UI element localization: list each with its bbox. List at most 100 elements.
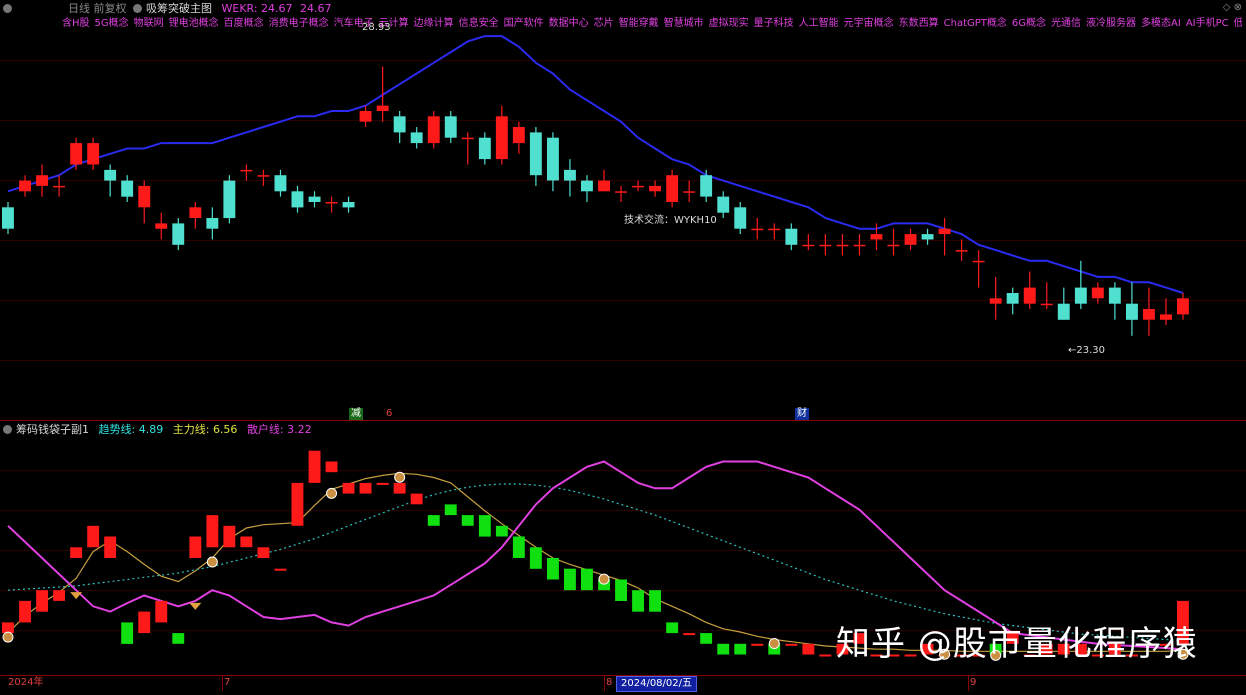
sub-bar <box>444 504 457 516</box>
concept-tag[interactable]: 6G概念 <box>1012 18 1046 29</box>
candle-body <box>836 244 849 247</box>
sub-bar <box>666 622 679 634</box>
concept-tag[interactable]: 元宇宙概念 <box>844 18 894 29</box>
sub-bar <box>240 536 253 548</box>
candle-body <box>376 105 389 111</box>
retail-value: 3.22 <box>287 423 312 436</box>
concept-tag[interactable]: 数据中心 <box>549 18 589 29</box>
wekr-label: WEKR: 24.67 <box>221 2 293 15</box>
candle-body <box>853 244 866 247</box>
candle-body <box>564 169 576 181</box>
sub-bar <box>700 633 713 644</box>
concept-tag[interactable]: 人工智能 <box>799 18 839 29</box>
tech-exchange-label: 技术交流：WYKH10 <box>624 215 717 226</box>
sub-bar <box>2 622 14 634</box>
candle-body <box>325 202 338 204</box>
reduce-marker[interactable]: 减 <box>349 408 363 420</box>
sub-bar <box>138 611 151 634</box>
concept-tag[interactable]: 东数西算 <box>899 18 939 29</box>
x-label-sep: 9 <box>970 677 977 688</box>
sub-bar <box>649 590 661 612</box>
concept-tag[interactable]: 液冷服务器 <box>1086 18 1136 29</box>
candle-body <box>274 175 287 192</box>
candle-body <box>19 180 31 192</box>
candle-body <box>649 185 661 192</box>
candle-body <box>1040 303 1053 306</box>
close-icon[interactable]: ⊗ <box>1234 2 1242 13</box>
period-label[interactable]: 日线 前复权 <box>68 2 127 15</box>
sub-bar <box>19 600 31 623</box>
sub-bar <box>53 590 65 601</box>
sub-indicator-name[interactable]: 筹码钱袋子副1 <box>16 423 89 436</box>
concept-tag[interactable]: AI手机PC <box>1186 18 1229 29</box>
indicator-name[interactable]: 吸筹突破主图 <box>146 2 212 15</box>
candle-body <box>1177 298 1189 315</box>
sub-bar <box>70 547 83 558</box>
candle-body <box>1143 309 1155 320</box>
concept-tag[interactable]: 百度概念 <box>224 18 264 29</box>
cursor-date-label: 2024/08/02/五 <box>616 676 698 692</box>
concept-tag[interactable]: 国产软件 <box>504 18 544 29</box>
indicator-toggle-icon[interactable] <box>133 4 142 13</box>
candle-body <box>240 169 253 172</box>
concept-tag[interactable]: 虚拟现实 <box>709 18 749 29</box>
sub-bar <box>206 515 219 548</box>
candle-body <box>615 191 627 193</box>
concept-tag[interactable]: 低空经济 <box>1234 18 1242 29</box>
sub-bar <box>155 600 168 623</box>
concept-tag[interactable]: 信息安全 <box>459 18 499 29</box>
candle-body <box>700 175 713 197</box>
candle-body <box>870 234 883 240</box>
candle-body <box>121 180 134 197</box>
concept-tag[interactable]: 智能穿戴 <box>619 18 659 29</box>
wekr-value: 24.67 <box>300 2 332 15</box>
concept-tag[interactable]: 芯片 <box>594 18 614 29</box>
concept-tag[interactable]: ChatGPT概念 <box>944 18 1007 29</box>
x-label-jul: 7 <box>224 677 231 688</box>
sub-bar <box>393 482 406 494</box>
diamond-icon[interactable]: ◇ <box>1223 2 1231 13</box>
sub-bar <box>495 525 508 537</box>
concept-tag[interactable]: 消费电子概念 <box>269 18 329 29</box>
candle-body <box>155 223 168 229</box>
concept-tag[interactable]: 多模态AI <box>1141 18 1181 29</box>
chart-canvas[interactable] <box>0 0 1246 691</box>
concept-tag[interactable]: 5G概念 <box>95 18 129 29</box>
candle-body <box>206 218 219 229</box>
candle-body <box>666 175 679 202</box>
sub-bar <box>104 536 117 558</box>
concept-tag[interactable]: 含H股 <box>62 18 90 29</box>
candle-body <box>904 234 917 245</box>
candle-body <box>461 137 474 140</box>
concept-tag[interactable]: 智慧城市 <box>664 18 704 29</box>
concept-tag[interactable]: 边缘计算 <box>414 18 454 29</box>
candle-body <box>359 111 372 122</box>
indicator-toggle-icon[interactable] <box>3 425 12 434</box>
sub-bar <box>802 643 815 655</box>
concept-tag[interactable]: 物联网 <box>134 18 164 29</box>
sub-bar <box>274 568 287 571</box>
candle-body <box>785 228 798 245</box>
main-line-value: 6.56 <box>212 423 238 436</box>
candle-body <box>1126 303 1138 320</box>
candle-body <box>1006 293 1019 304</box>
candle-body <box>291 191 304 208</box>
sub-bar <box>308 450 321 483</box>
sub-bar <box>172 633 185 644</box>
candle-body <box>308 196 321 202</box>
main-line-label: 主力线: <box>172 423 210 436</box>
candle-body <box>189 207 202 218</box>
sub-bar <box>512 536 525 558</box>
finance-marker[interactable]: 财 <box>795 408 809 420</box>
candle-body <box>1160 314 1172 320</box>
candle-body <box>989 298 1002 304</box>
sub-bar <box>632 590 644 612</box>
candle-body <box>87 143 100 165</box>
candle-body <box>410 132 423 144</box>
sub-chart-header: 筹码钱袋子副1 趋势线: 4.89 主力线: 6.56 散户线: 3.22 <box>0 421 1246 439</box>
concept-tag[interactable]: 量子科技 <box>754 18 794 29</box>
concept-tag[interactable]: 锂电池概念 <box>169 18 219 29</box>
sub-bar <box>410 493 423 505</box>
indicator-toggle-icon[interactable] <box>3 4 12 13</box>
concept-tag[interactable]: 光通信 <box>1051 18 1081 29</box>
